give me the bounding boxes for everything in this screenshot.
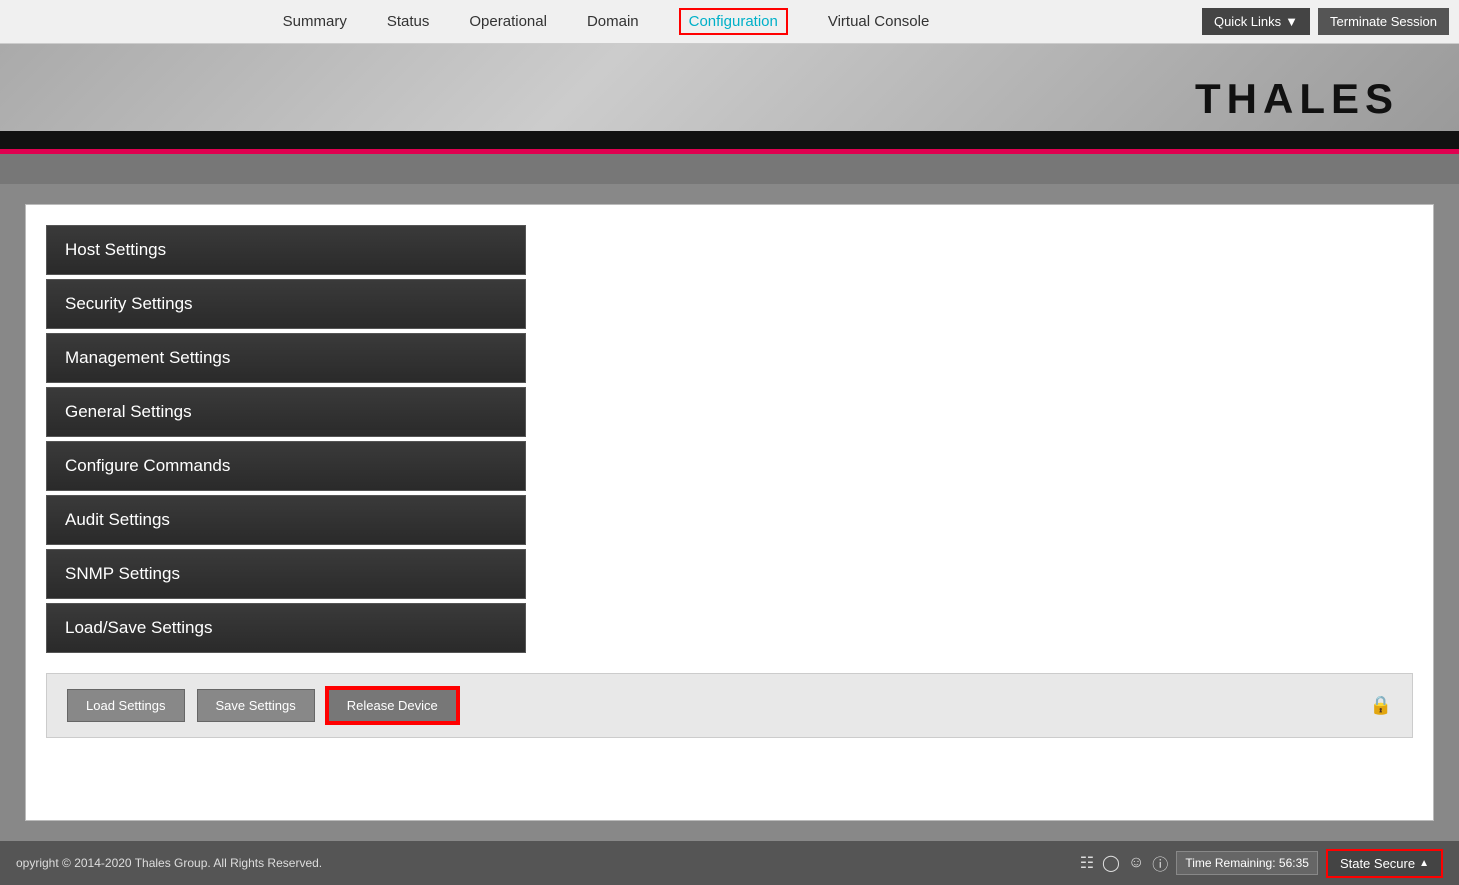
footer-copyright: opyright © 2014-2020 Thales Group. All R… [16, 856, 322, 870]
sidebar-item-audit-settings[interactable]: Audit Settings [46, 495, 526, 545]
header-banner: THALES [0, 44, 1459, 154]
sidebar-item-snmp-settings[interactable]: SNMP Settings [46, 549, 526, 599]
state-chevron-icon: ▲ [1419, 858, 1429, 869]
time-remaining-badge: Time Remaining: 56:35 [1176, 851, 1318, 875]
circle-icon[interactable]: ◯ [1102, 853, 1120, 873]
footer-right: ☷ ◯ ☺ ⓘ Time Remaining: 56:35 State Secu… [1080, 849, 1443, 878]
footer: opyright © 2014-2020 Thales Group. All R… [0, 841, 1459, 885]
nav-link-domain[interactable]: Domain [587, 13, 639, 30]
nav-links: Summary Status Operational Domain Configurat… [10, 8, 1202, 35]
main-container: Host SettingsSecurity SettingsManagement… [0, 184, 1459, 841]
save-settings-button[interactable]: Save Settings [197, 689, 315, 722]
quick-links-label: Quick Links [1214, 14, 1281, 29]
sidebar-menu: Host SettingsSecurity SettingsManagement… [46, 225, 526, 657]
load-settings-button[interactable]: Load Settings [67, 689, 185, 722]
top-navigation: Summary Status Operational Domain Configurat… [0, 0, 1459, 44]
nav-link-operational[interactable]: Operational [469, 13, 547, 30]
brand-logo: THALES [1195, 75, 1399, 123]
release-device-button[interactable]: Release Device [327, 688, 458, 723]
lock-icon: 🔒 [1370, 695, 1392, 716]
sidebar-item-configure-commands[interactable]: Configure Commands [46, 441, 526, 491]
sidebar-item-load-save-settings[interactable]: Load/Save Settings [46, 603, 526, 653]
info-icon[interactable]: ⓘ [1152, 851, 1168, 875]
action-bar: Load Settings Save Settings Release Devi… [46, 673, 1413, 738]
nav-right: Quick Links ▼ Terminate Session [1202, 8, 1449, 35]
sidebar-item-general-settings[interactable]: General Settings [46, 387, 526, 437]
nav-link-configuration[interactable]: Configuration [679, 8, 788, 35]
nav-link-virtual-console[interactable]: Virtual Console [828, 13, 929, 30]
gray-band [0, 154, 1459, 184]
person-icon[interactable]: ☺ [1128, 854, 1144, 872]
nav-link-status[interactable]: Status [387, 13, 430, 30]
state-secure-label: State Secure [1340, 856, 1415, 871]
chevron-down-icon: ▼ [1285, 14, 1298, 29]
grid-icon[interactable]: ☷ [1080, 853, 1094, 873]
terminate-session-button[interactable]: Terminate Session [1318, 8, 1449, 35]
sidebar-item-host-settings[interactable]: Host Settings [46, 225, 526, 275]
quick-links-button[interactable]: Quick Links ▼ [1202, 8, 1310, 35]
content-panel: Host SettingsSecurity SettingsManagement… [25, 204, 1434, 821]
state-secure-button[interactable]: State Secure ▲ [1326, 849, 1443, 878]
sidebar-item-management-settings[interactable]: Management Settings [46, 333, 526, 383]
sidebar-item-security-settings[interactable]: Security Settings [46, 279, 526, 329]
copyright-text: opyright © 2014-2020 Thales Group. All R… [16, 856, 322, 870]
nav-link-summary[interactable]: Summary [283, 13, 347, 30]
